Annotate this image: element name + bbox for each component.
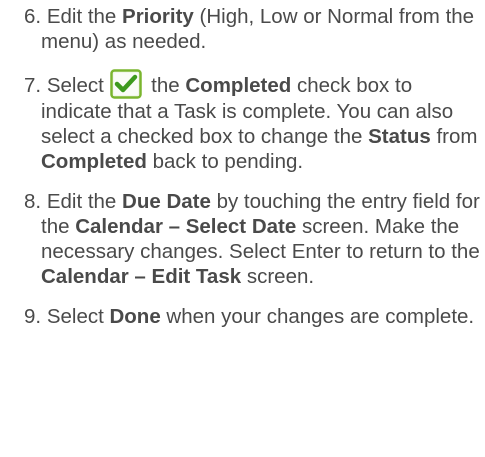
step-9: 9. Select Done when your changes are com…	[24, 304, 485, 329]
term-completed: Completed	[41, 150, 147, 173]
step-text: back to pending.	[146, 150, 304, 173]
instruction-list: 6. Edit the Priority (High, Low or Norma…	[0, 0, 485, 329]
step-text: Edit the	[46, 5, 123, 28]
term-priority: Priority	[122, 5, 194, 28]
step-6: 6. Edit the Priority (High, Low or Norma…	[24, 4, 485, 54]
term-done: Done	[109, 305, 161, 328]
term-completed: Completed	[185, 74, 292, 97]
step-7: 7. Select the Completed check box to ind…	[24, 69, 485, 174]
step-text: from	[430, 125, 478, 148]
term-status: Status	[368, 125, 431, 148]
term-calendar-select-date: Calendar – Select Date	[75, 215, 297, 238]
step-number: 6.	[24, 5, 42, 28]
step-text: Edit the	[46, 190, 123, 213]
step-text: when your changes are complete.	[160, 305, 475, 328]
term-calendar-edit-task: Calendar – Edit Task	[41, 265, 242, 288]
step-number: 7.	[24, 74, 42, 97]
step-8: 8. Edit the Due Date by touching the ent…	[24, 189, 485, 289]
term-due-date: Due Date	[122, 190, 211, 213]
step-text: Select	[46, 305, 110, 328]
step-text: Select	[46, 74, 110, 97]
step-number: 8.	[24, 190, 42, 213]
step-text: screen.	[241, 265, 315, 288]
checkbox-checked-icon	[110, 69, 143, 99]
step-text: the	[145, 74, 186, 97]
step-number: 9.	[24, 305, 42, 328]
